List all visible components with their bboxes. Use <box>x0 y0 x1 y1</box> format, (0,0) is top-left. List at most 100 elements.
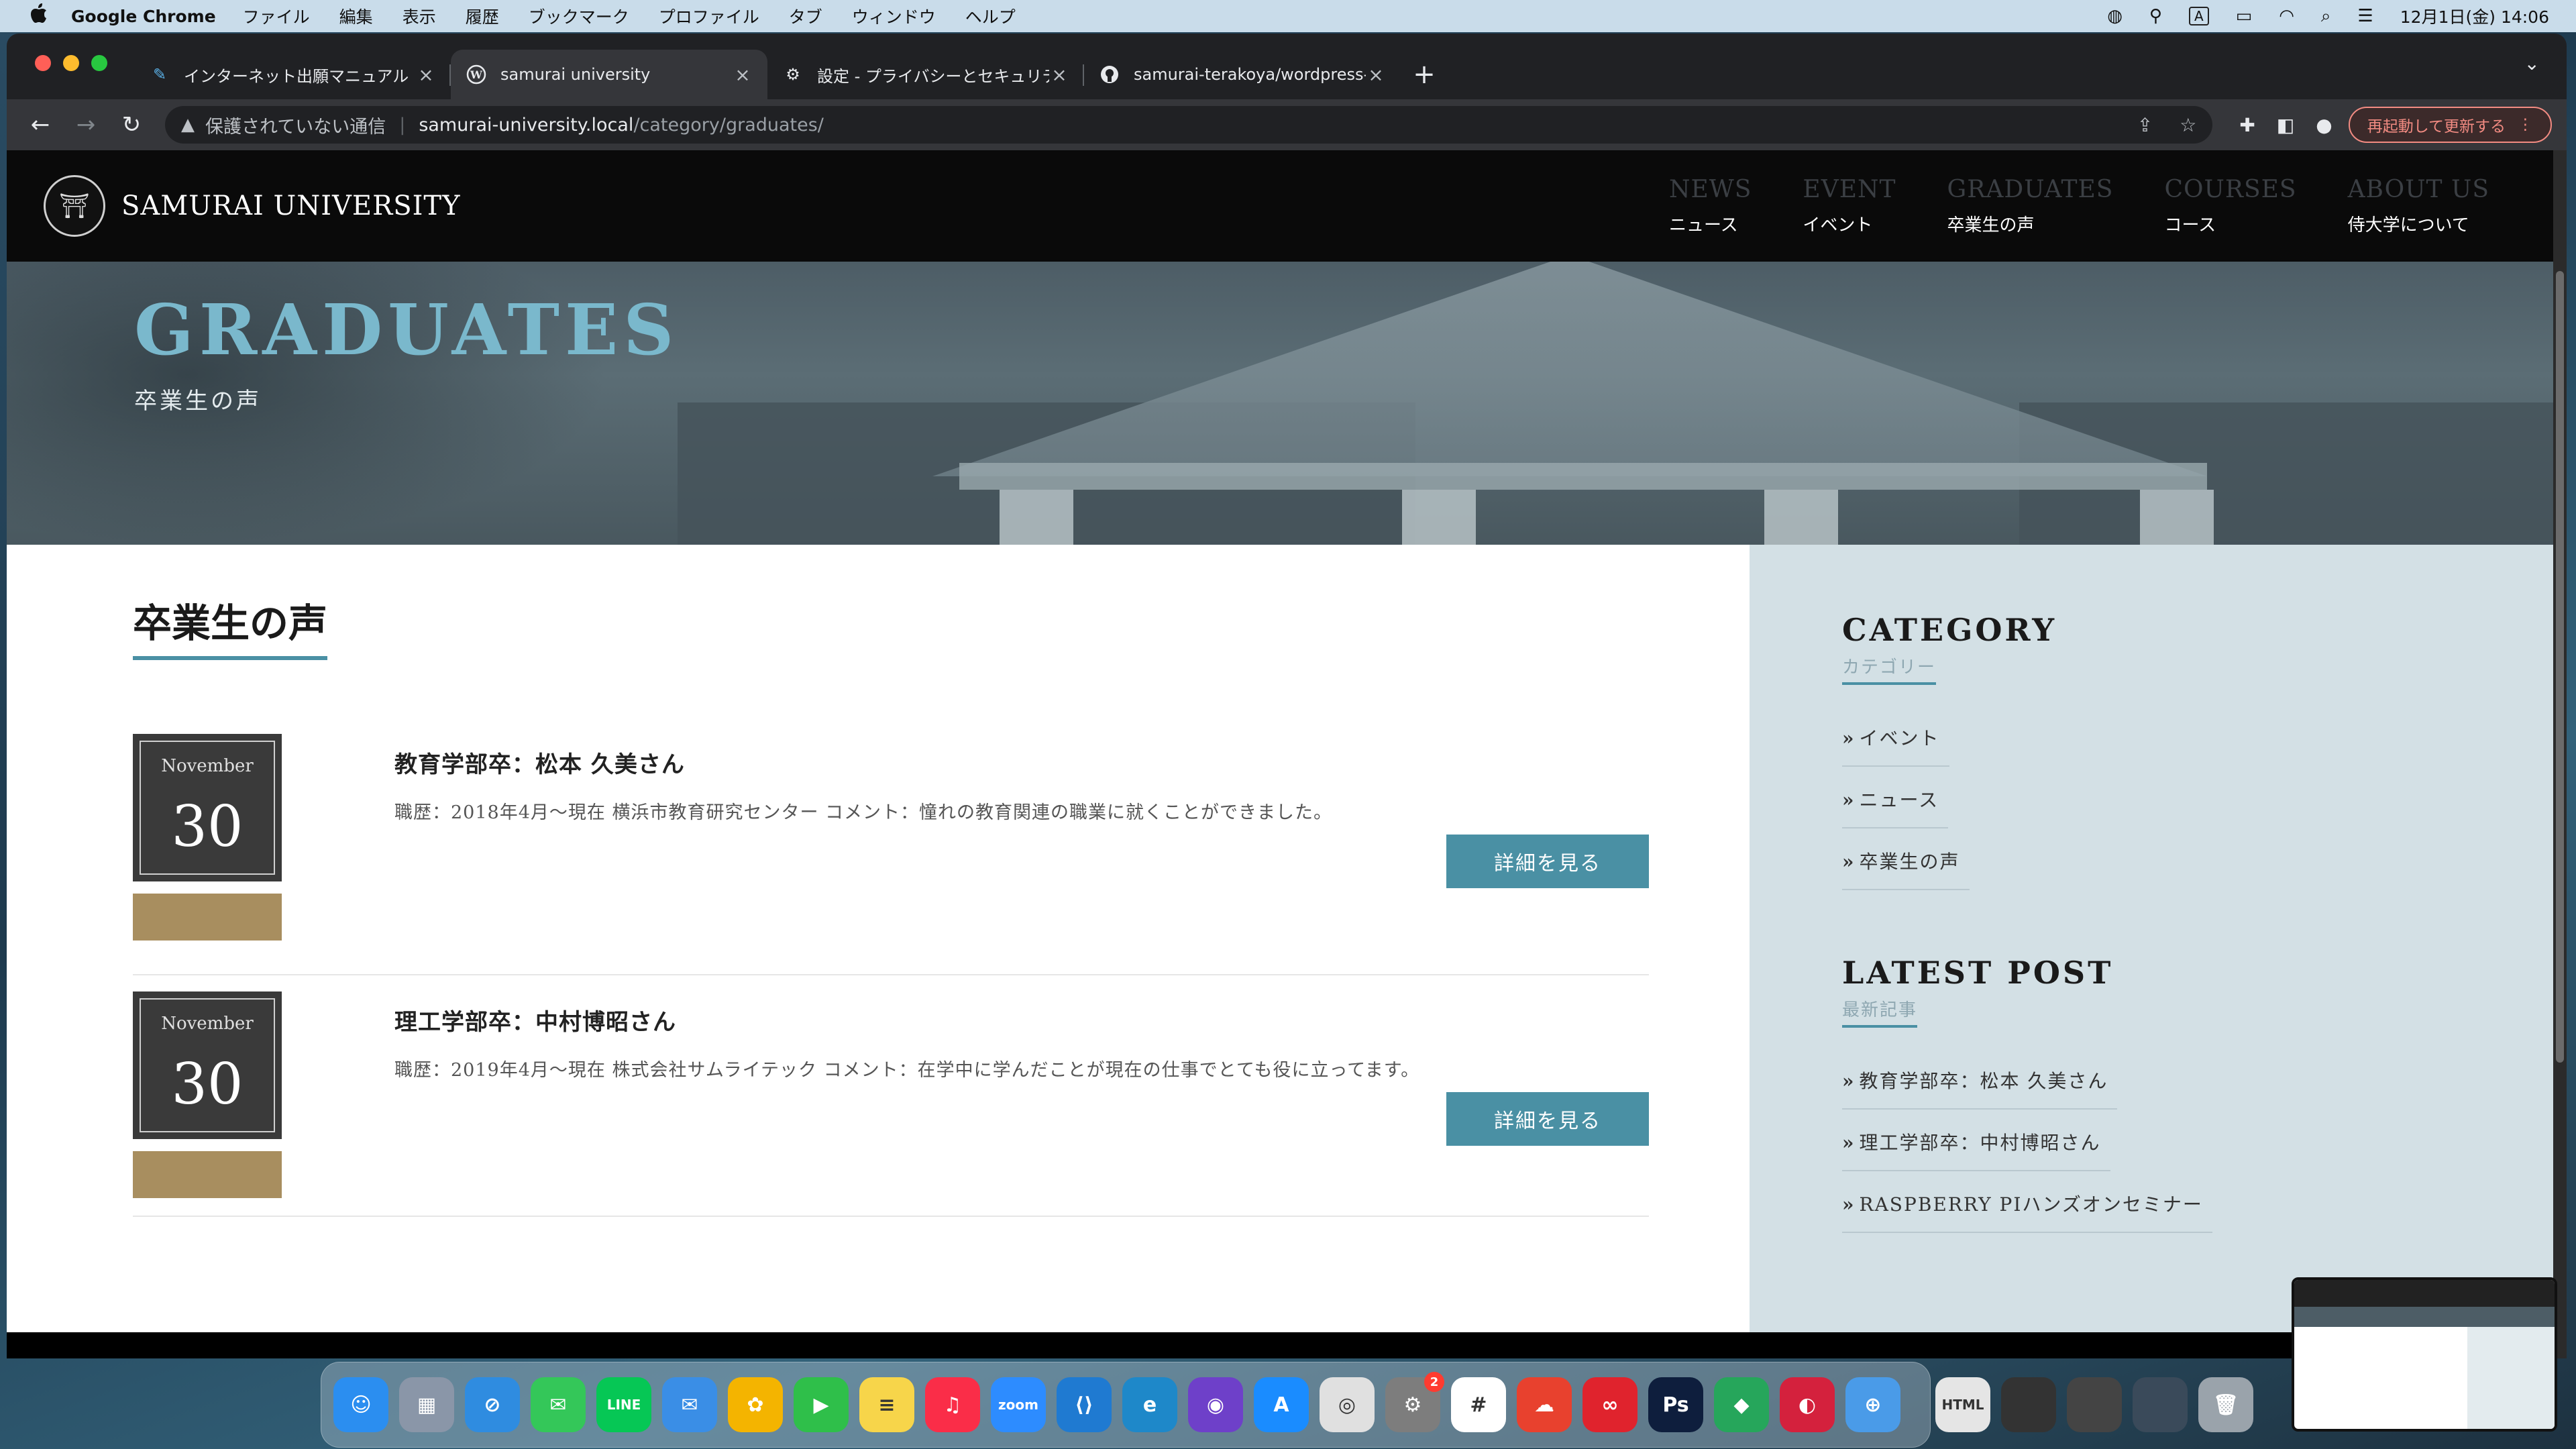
airdrop-status-icon[interactable]: ⚲ <box>2149 6 2162 26</box>
extensions-puzzle-icon[interactable]: ✚ <box>2239 114 2255 136</box>
tab-close-icon[interactable]: × <box>733 64 753 86</box>
creative-cloud-icon[interactable]: ∞ <box>1582 1377 1638 1432</box>
control-center-icon[interactable]: ☰ <box>2357 6 2373 26</box>
tab-github-repo[interactable]: samurai-terakoya/wordpress- × <box>1084 50 1401 99</box>
category-link-graduates[interactable]: » 卒業生の声 <box>1842 835 1970 890</box>
system-settings-icon[interactable]: ⚙ 2 <box>1385 1372 1444 1432</box>
nav-item-about-us[interactable]: ABOUT US 侍大学について <box>2348 176 2489 236</box>
tab-search-chevron-icon[interactable]: ⌄ <box>2524 52 2540 74</box>
github-desktop-icon[interactable]: ◉ <box>1188 1377 1243 1432</box>
forward-button[interactable]: → <box>67 106 105 144</box>
side-panel-icon[interactable]: ◧ <box>2277 114 2294 136</box>
latest-post-link[interactable]: » RASPBERRY PIハンズオンセミナー <box>1842 1178 2212 1233</box>
slack-icon[interactable]: # <box>1451 1377 1506 1432</box>
trash-icon[interactable]: 🗑 <box>2198 1377 2253 1432</box>
security-label[interactable]: 保護されていない通信 <box>205 112 386 138</box>
tab-close-icon[interactable]: × <box>1366 64 1386 86</box>
menu-bookmarks[interactable]: ブックマーク <box>529 4 629 28</box>
menu-profiles[interactable]: プロファイル <box>659 4 759 28</box>
chrome-icon[interactable]: ◎ <box>1320 1377 1375 1432</box>
tab-close-icon[interactable]: × <box>416 64 436 86</box>
screenshot-thumbnail-preview[interactable] <box>2292 1277 2557 1432</box>
menu-tab[interactable]: タブ <box>789 4 822 28</box>
category-link-news[interactable]: » ニュース <box>1842 773 1949 828</box>
tab-settings-privacy[interactable]: ⚙ 設定 - プライバシーとセキュリテ × <box>767 50 1084 99</box>
input-mode-indicator[interactable]: A <box>2188 7 2209 25</box>
app-name-menu[interactable]: Google Chrome <box>71 7 216 26</box>
share-icon[interactable]: ⇪ <box>2137 114 2153 136</box>
back-button[interactable]: ← <box>21 106 59 144</box>
latest-post-label: 理工学部卒：中村博昭さん <box>1859 1132 2101 1154</box>
messages-icon[interactable]: ✉ <box>531 1377 586 1432</box>
app-store-icon[interactable]: A <box>1254 1377 1309 1432</box>
nav-item-event[interactable]: EVENT イベント <box>1803 176 1896 236</box>
site-logo[interactable]: ⛩ SAMURAI UNIVERSITY <box>44 175 460 237</box>
window-minimize-button[interactable] <box>63 55 79 71</box>
category-tag[interactable] <box>133 894 282 941</box>
address-bar[interactable]: ▲ 保護されていない通信 | samurai-university.local … <box>165 106 2213 144</box>
category-tag[interactable] <box>133 1151 282 1198</box>
nav-item-courses[interactable]: COURSES コース <box>2164 176 2296 236</box>
latest-post-link[interactable]: » 理工学部卒：中村博昭さん <box>1842 1116 2110 1171</box>
tab-title: samurai university <box>500 65 651 84</box>
menubar-clock[interactable]: 12月1日(金) 14:06 <box>2400 4 2549 28</box>
menu-help[interactable]: ヘルプ <box>965 4 1016 28</box>
launchpad-icon[interactable]: ▦ <box>399 1377 454 1432</box>
battery-icon[interactable]: ▭ <box>2236 6 2253 26</box>
menu-view[interactable]: 表示 <box>402 4 436 28</box>
bookmark-star-icon[interactable]: ☆ <box>2180 114 2196 136</box>
profile-avatar-icon[interactable]: ● <box>2316 114 2332 136</box>
apple-menu-icon[interactable] <box>25 3 52 29</box>
nav-item-graduates[interactable]: GRADUATES 卒業生の声 <box>1947 176 2114 236</box>
finder-icon[interactable]: ☺ <box>333 1377 388 1432</box>
tab-close-icon[interactable]: × <box>1049 64 1069 86</box>
spotlight-search-icon[interactable]: ⌕ <box>2321 6 2331 27</box>
page-scrollbar[interactable] <box>2553 150 2567 1358</box>
screenshot-1-icon[interactable] <box>2001 1377 2056 1432</box>
relaunch-update-button[interactable]: 再起動して更新する ⋮ <box>2348 107 2552 143</box>
menu-edit[interactable]: 編集 <box>339 4 373 28</box>
window-zoom-button[interactable] <box>91 55 107 71</box>
gear-icon: ⚙ <box>786 65 800 84</box>
line-icon[interactable]: LINE <box>596 1377 651 1432</box>
new-tab-button[interactable]: + <box>1401 50 1448 99</box>
html-file-icon[interactable]: HTML <box>1935 1377 1990 1432</box>
tab-manual[interactable]: ✎ インターネット出願マニュアル × <box>134 50 451 99</box>
mail-icon[interactable]: ✉ <box>662 1377 717 1432</box>
wifi-icon[interactable]: ◠ <box>2279 6 2294 26</box>
edge-icon[interactable]: e <box>1122 1377 1177 1432</box>
screenshot-3-icon[interactable] <box>2133 1377 2188 1432</box>
section-title: 卒業生の声 <box>133 592 328 660</box>
menu-history[interactable]: 履歴 <box>466 4 499 28</box>
nav-item-news[interactable]: NEWS ニュース <box>1669 176 1752 236</box>
reload-button[interactable]: ↻ <box>113 106 150 144</box>
photos-icon[interactable]: ✿ <box>728 1377 783 1432</box>
adobe-cc-icon[interactable]: ☁ <box>1517 1377 1572 1432</box>
app-red-icon[interactable]: ◐ <box>1780 1377 1835 1432</box>
facetime-icon[interactable]: ▶ <box>794 1377 849 1432</box>
latest-post-link[interactable]: » 教育学部卒：松本 久美さん <box>1842 1055 2118 1110</box>
music-icon[interactable]: ♫ <box>925 1377 980 1432</box>
tab-samurai-university[interactable]: W samurai university × <box>451 50 767 99</box>
warning-icon[interactable]: ▲ <box>181 115 195 135</box>
category-link-event[interactable]: » イベント <box>1842 712 1949 767</box>
zoom-icon[interactable]: zoom <box>991 1377 1046 1432</box>
chevron-right-icon: » <box>1842 789 1856 811</box>
view-details-button[interactable]: 詳細を見る <box>1446 1092 1649 1146</box>
creative-cloud-status-icon[interactable]: ◍ <box>2107 6 2123 26</box>
photoshop-icon[interactable]: Ps <box>1648 1377 1703 1432</box>
scrollbar-thumb[interactable] <box>2556 271 2564 1063</box>
post-title[interactable]: 教育学部卒：松本 久美さん <box>394 746 1649 779</box>
menu-file[interactable]: ファイル <box>243 4 310 28</box>
view-details-button[interactable]: 詳細を見る <box>1446 835 1649 888</box>
sourcetree-icon[interactable]: ◆ <box>1714 1377 1769 1432</box>
preview-icon[interactable]: ⊕ <box>1845 1377 1900 1432</box>
screenshot-2-icon[interactable] <box>2067 1377 2122 1432</box>
notes-icon[interactable]: ≡ <box>859 1377 914 1432</box>
post-title[interactable]: 理工学部卒：中村博昭さん <box>394 1004 1649 1036</box>
menu-window[interactable]: ウィンドウ <box>852 4 936 28</box>
window-close-button[interactable] <box>35 55 51 71</box>
safari-icon[interactable]: ⊘ <box>465 1377 520 1432</box>
more-menu-icon[interactable]: ⋮ <box>2518 116 2533 133</box>
vscode-icon[interactable]: ⟨⟩ <box>1057 1377 1112 1432</box>
